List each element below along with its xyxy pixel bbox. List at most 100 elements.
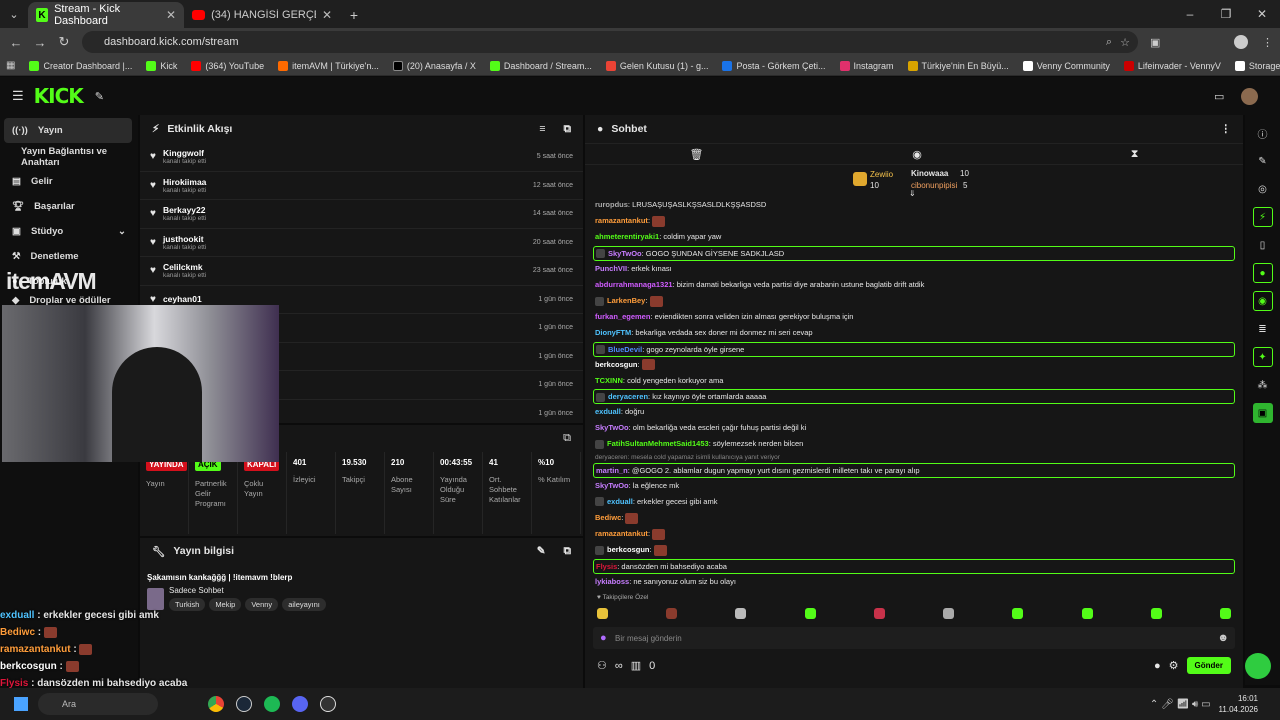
bookmark[interactable]: (364) YouTube: [191, 60, 264, 71]
bookmark[interactable]: Instagram: [839, 60, 894, 71]
chat-message[interactable]: TCXINN: cold yengeden korkuyor ama: [585, 373, 1243, 389]
studio-icon[interactable]: ▭: [1214, 90, 1224, 103]
kick-logo[interactable]: KICK: [34, 84, 84, 108]
chat-username[interactable]: Flysis: [596, 562, 617, 571]
chat-message[interactable]: FatihSultanMehmetSaid1453: söylemezsek n…: [585, 436, 1243, 452]
bookmark[interactable]: Kick: [146, 60, 177, 71]
chat-message[interactable]: LarkenBey:: [585, 293, 1243, 309]
discord-icon[interactable]: [292, 696, 308, 712]
chat-message[interactable]: exduall: erkekler gecesi gibi amk: [585, 494, 1243, 510]
chat-message[interactable]: deryaceren: kız kaynıyo öyle ortamlarda …: [593, 389, 1235, 405]
wrench-icon[interactable]: ✦: [1252, 347, 1273, 367]
edit-icon[interactable]: ✎: [537, 545, 546, 557]
pencil-icon[interactable]: ✎: [1253, 151, 1273, 171]
emote-icon[interactable]: [804, 607, 816, 619]
stack-icon[interactable]: ≣: [1253, 319, 1273, 339]
chat-username[interactable]: ramazantankut: [595, 216, 648, 225]
chat-username[interactable]: Bediwc: [595, 513, 621, 522]
speech-icon[interactable]: ◉: [912, 148, 922, 161]
chat-message[interactable]: lykiaboss: ne sanıyonuz olum siz bu olay…: [585, 574, 1243, 590]
chat-message[interactable]: BlueDevil: gogo zeynolarda öyle girsene: [593, 341, 1235, 357]
avatar[interactable]: [1241, 87, 1258, 105]
profile-icon[interactable]: [1234, 35, 1248, 49]
bookmark[interactable]: itemAVM | Türkiye'n...: [278, 60, 379, 71]
popout-icon[interactable]: ⧉: [564, 545, 572, 558]
sidebar-item-denetleme[interactable]: ⚒ Denetleme: [0, 244, 138, 269]
tab-kick-dashboard[interactable]: K Stream - Kick Dashboard ✕: [28, 2, 184, 28]
bookmark[interactable]: Lifeinvader - VennyV: [1123, 60, 1221, 71]
taskbar-search[interactable]: Ara: [38, 693, 158, 715]
chat-message[interactable]: SkyTwOo: la eğlence mk: [585, 478, 1243, 494]
chat-username[interactable]: abdurrahmanaga1321: [595, 280, 673, 289]
document-icon[interactable]: ▯: [1253, 235, 1273, 255]
chat-username[interactable]: ahmeterentiryaki1: [595, 232, 659, 241]
bookmark[interactable]: Venny Community: [1022, 60, 1110, 71]
bookmark[interactable]: Gelen Kutusu (1) - g...: [605, 60, 708, 71]
chat-username[interactable]: DionyFTM: [595, 328, 631, 337]
reload-icon[interactable]: ↻: [52, 34, 76, 50]
chat-username[interactable]: exduall: [607, 497, 633, 506]
chat-message[interactable]: PunchVII: erkek kınası: [585, 261, 1243, 277]
emote-icon[interactable]: [873, 607, 885, 619]
chat-username[interactable]: exduall: [595, 407, 621, 416]
sidebar-item-studyo[interactable]: ▣ Stüdyo ⌄: [0, 219, 138, 244]
info-icon[interactable]: ⓘ: [1253, 123, 1273, 143]
sidebar-item-stream-key[interactable]: Yayın Bağlantısı ve Anahtarı: [0, 144, 138, 169]
chat-icon[interactable]: ●: [1252, 263, 1273, 283]
chat-message[interactable]: Bediwc:: [585, 510, 1243, 526]
chrome-icon[interactable]: [208, 696, 224, 712]
chat-username[interactable]: berkcosgun: [595, 360, 638, 369]
chat-username[interactable]: FatihSultanMehmetSaid1453: [607, 439, 709, 448]
new-tab-button[interactable]: +: [340, 2, 368, 28]
expand-icon[interactable]: ⇓: [909, 189, 916, 198]
maximize-icon[interactable]: ❐: [1208, 0, 1244, 28]
chat-username[interactable]: deryaceren: [608, 392, 648, 401]
emote-icon[interactable]: [735, 607, 747, 619]
users-icon[interactable]: ⁂: [1253, 375, 1273, 395]
chat-message[interactable]: ramazantankut:: [585, 213, 1243, 229]
broadcast-icon[interactable]: ◉: [1252, 291, 1273, 311]
forward-icon[interactable]: →: [28, 35, 52, 50]
windows-icon[interactable]: [14, 697, 28, 711]
bookmark[interactable]: (20) Anasayfa / X: [392, 60, 476, 71]
chat-username[interactable]: lykiaboss: [595, 577, 629, 586]
star-icon[interactable]: ☆: [1120, 36, 1130, 49]
target-icon[interactable]: ◎: [1253, 179, 1273, 199]
emote-icon[interactable]: [1012, 607, 1024, 619]
emote-icon[interactable]: [666, 607, 678, 619]
chat-message[interactable]: SkyTwOo: olm bekarliğa veda escleri çağı…: [585, 420, 1243, 436]
extensions-icon[interactable]: ▣: [1150, 36, 1160, 49]
menu-icon[interactable]: ⋮: [1262, 36, 1273, 49]
spotify-icon[interactable]: [264, 696, 280, 712]
chat-username[interactable]: PunchVII: [595, 264, 627, 273]
chat-message[interactable]: berkcosgun:: [585, 542, 1243, 558]
chat-settings-icon[interactable]: ●: [1154, 660, 1161, 672]
steam-icon[interactable]: [236, 696, 252, 712]
hamburger-icon[interactable]: ☰: [12, 88, 24, 104]
apps-icon[interactable]: ▦: [6, 60, 15, 71]
trash-icon[interactable]: 🗑︎: [689, 148, 703, 161]
chat-username[interactable]: SkyTwOo: [595, 423, 629, 432]
chat-username[interactable]: TCXINN: [595, 376, 623, 385]
emote-icon[interactable]: [597, 607, 608, 619]
chat-username[interactable]: berkcosgun: [607, 545, 650, 554]
gear-icon[interactable]: ⚙: [1169, 659, 1179, 672]
emote-icon[interactable]: [943, 607, 955, 619]
chat-username[interactable]: ramazantankut: [595, 529, 648, 538]
points-icon[interactable]: ⚇: [597, 659, 607, 672]
bookmark[interactable]: Dashboard / Stream...: [489, 60, 592, 71]
tab-search-button[interactable]: ⌄: [0, 2, 28, 28]
chat-input[interactable]: ● Bir mesaj gönderin ☻: [593, 627, 1235, 649]
pin-icon[interactable]: ✎: [95, 90, 104, 103]
close-icon[interactable]: ✕: [322, 8, 332, 22]
chat-message[interactable]: SkyTwOo: GOGO ŞUNDAN GİYSENE SADKJLASD: [593, 245, 1235, 261]
bookmark[interactable]: Posta - Görkem Çeti...: [722, 60, 826, 71]
sidebar-item-yayin[interactable]: ((·)) Yayın: [4, 118, 132, 143]
chat-message[interactable]: berkcosgun:: [585, 357, 1243, 373]
chat-username[interactable]: SkyTwOo: [608, 249, 642, 258]
chat-message[interactable]: ramazantankut:: [585, 526, 1243, 542]
emote-icon[interactable]: [1219, 607, 1231, 619]
sidebar-item-gelir[interactable]: ▤ Gelir: [0, 169, 138, 194]
chat-message[interactable]: exduall: doğru: [585, 404, 1243, 420]
tag-chip[interactable]: Venny: [245, 598, 279, 611]
